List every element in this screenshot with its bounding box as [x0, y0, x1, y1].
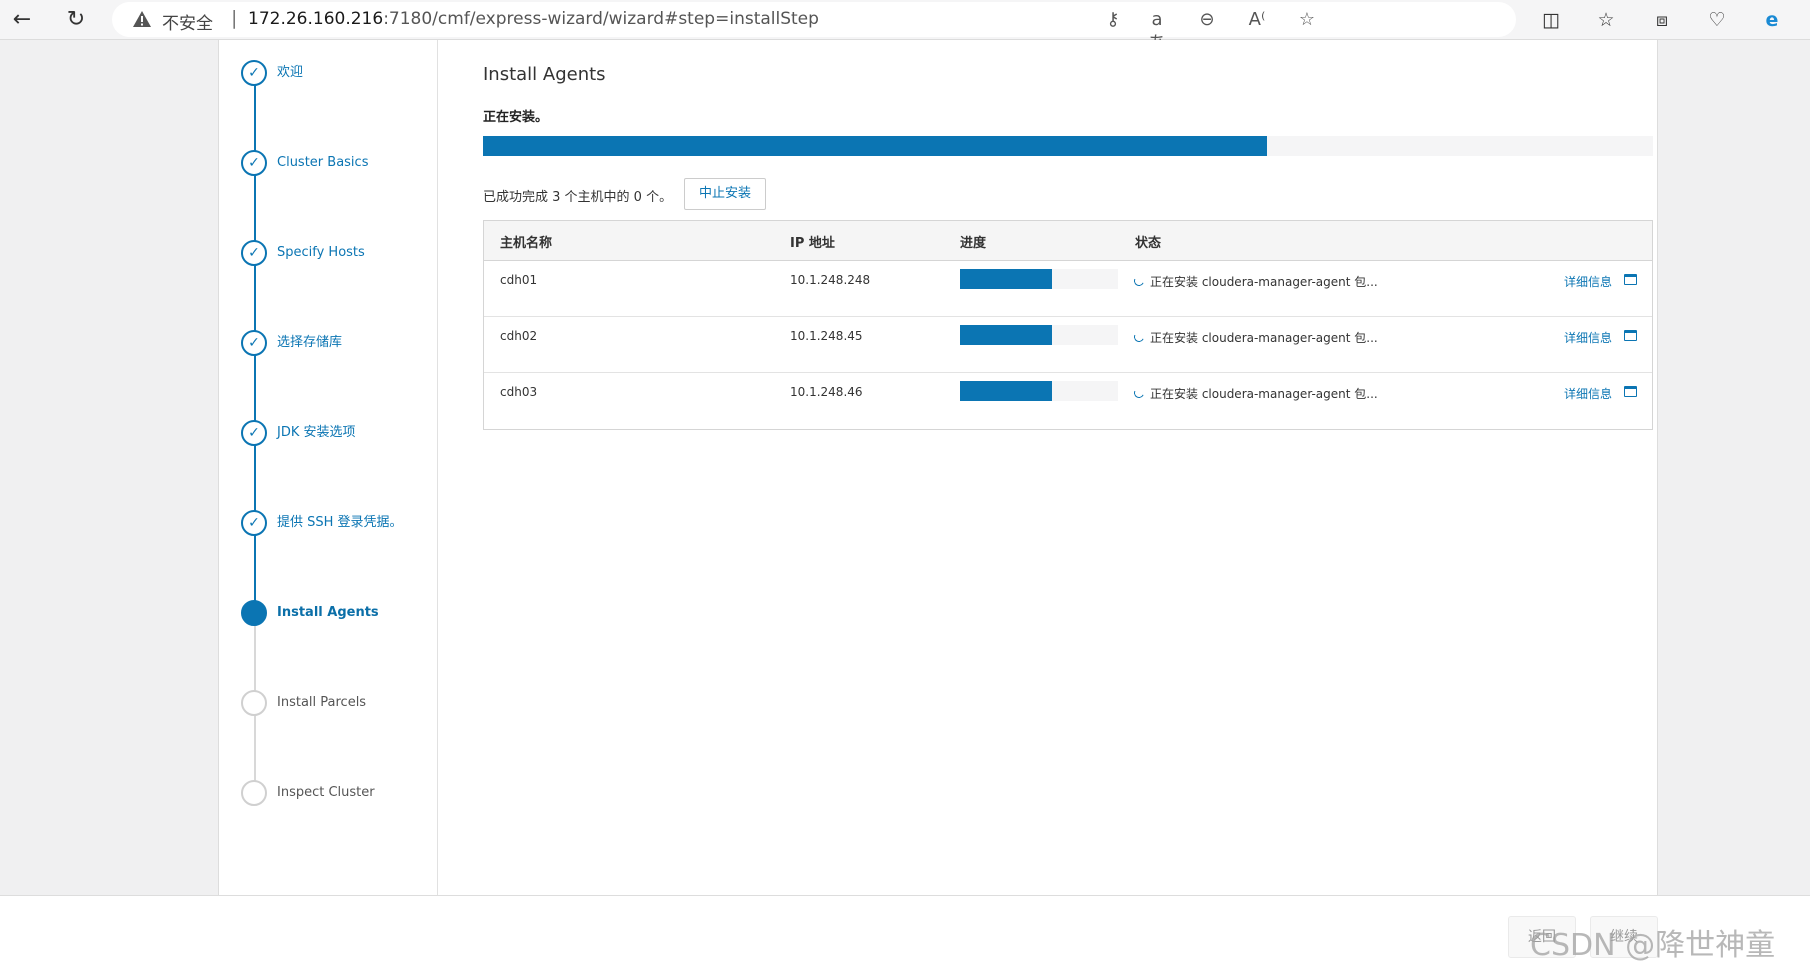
- page-title: Install Agents: [483, 64, 606, 85]
- window-icon[interactable]: [1624, 330, 1637, 341]
- address-separator: |: [231, 7, 238, 29]
- pending-step-icon: [241, 690, 267, 716]
- page: ✓ 欢迎 ✓ Cluster Basics ✓ Specify Hosts ✓ …: [0, 40, 1810, 967]
- step-label: JDK 安装选项: [277, 425, 356, 440]
- check-icon: ✓: [241, 150, 267, 176]
- security-label[interactable]: 不安全: [162, 9, 213, 34]
- browser-essentials-icon[interactable]: ♡: [1703, 6, 1731, 34]
- url-host: 172.26.160.216: [248, 9, 384, 29]
- edge-copilot-icon[interactable]: e: [1758, 6, 1786, 34]
- window-icon[interactable]: [1624, 386, 1637, 397]
- browser-toolbar: ← ↻ 不安全 | 172.26.160.216:7180/cmf/expres…: [0, 0, 1810, 54]
- host-status: 正在安装 cloudera-manager-agent 包...: [1150, 275, 1378, 289]
- read-aloud-icon[interactable]: A⁽: [1245, 8, 1269, 32]
- step-label: Install Agents: [277, 605, 379, 620]
- column-header-progress: 进度: [960, 236, 987, 251]
- overall-progress-fill: [483, 136, 1267, 156]
- step-label: 欢迎: [277, 65, 304, 80]
- host-ip: 10.1.248.45: [790, 329, 863, 343]
- check-icon: ✓: [241, 240, 267, 266]
- host-status: 正在安装 cloudera-manager-agent 包...: [1150, 387, 1378, 401]
- host-status: 正在安装 cloudera-manager-agent 包...: [1150, 331, 1378, 345]
- table-row: cdh03 10.1.248.46 正在安装 cloudera-manager-…: [484, 373, 1652, 429]
- check-icon: ✓: [241, 330, 267, 356]
- host-ip: 10.1.248.248: [790, 273, 871, 287]
- key-icon[interactable]: ⚷: [1101, 8, 1125, 32]
- host-ip: 10.1.248.46: [790, 385, 863, 399]
- step-label: 选择存储库: [277, 335, 343, 350]
- favorite-star-icon[interactable]: ☆: [1295, 8, 1319, 32]
- host-progress-fill: [960, 381, 1052, 401]
- step-label: Specify Hosts: [277, 245, 365, 260]
- reload-icon[interactable]: ↻: [62, 6, 90, 34]
- collections-icon[interactable]: ⧈: [1648, 6, 1676, 34]
- column-header-status: 状态: [1135, 236, 1162, 251]
- check-icon: ✓: [241, 420, 267, 446]
- wizard-frame: ✓ 欢迎 ✓ Cluster Basics ✓ Specify Hosts ✓ …: [218, 40, 1658, 895]
- column-header-host: 主机名称: [500, 236, 553, 251]
- host-progress-bar: [960, 325, 1118, 345]
- details-link[interactable]: 详细信息: [1564, 273, 1612, 290]
- host-progress-fill: [960, 269, 1052, 289]
- column-header-ip: IP 地址: [790, 236, 835, 251]
- wizard-steps-sidebar: ✓ 欢迎 ✓ Cluster Basics ✓ Specify Hosts ✓ …: [219, 40, 438, 895]
- install-summary: 已成功完成 3 个主机中的 0 个。: [483, 190, 673, 205]
- spinner-icon: [1132, 274, 1146, 288]
- host-table: 主机名称 IP 地址 进度 状态 cdh01 10.1.248.248 正在安装…: [483, 220, 1653, 430]
- url-path: :7180/cmf/express-wizard/wizard#step=ins…: [383, 9, 819, 29]
- table-row: cdh02 10.1.248.45 正在安装 cloudera-manager-…: [484, 317, 1652, 373]
- wizard-footer: 返回 继续 CSDN @降世神童: [0, 895, 1810, 967]
- step-label: Cluster Basics: [277, 155, 369, 170]
- host-name: cdh03: [500, 385, 538, 399]
- step-label: 提供 SSH 登录凭据。: [277, 515, 403, 530]
- check-icon: ✓: [241, 510, 267, 536]
- host-progress-bar: [960, 269, 1118, 289]
- details-link[interactable]: 详细信息: [1564, 329, 1612, 346]
- overall-progress-bar: [483, 136, 1653, 156]
- abort-install-button[interactable]: 中止安装: [684, 178, 766, 210]
- window-icon[interactable]: [1624, 274, 1637, 285]
- back-icon[interactable]: ←: [8, 6, 36, 34]
- install-status: 正在安装。: [483, 110, 549, 125]
- step-label: Install Parcels: [277, 695, 367, 710]
- check-icon: ✓: [241, 60, 267, 86]
- table-header: 主机名称 IP 地址 进度 状态: [484, 221, 1652, 261]
- warning-icon: [133, 11, 151, 27]
- step-label: Inspect Cluster: [277, 785, 375, 800]
- spinner-icon: [1132, 330, 1146, 344]
- active-step-icon: [241, 600, 267, 626]
- split-screen-icon[interactable]: ◫: [1537, 6, 1565, 34]
- favorites-icon[interactable]: ☆: [1592, 6, 1620, 34]
- host-progress-fill: [960, 325, 1052, 345]
- table-row: cdh01 10.1.248.248 正在安装 cloudera-manager…: [484, 261, 1652, 317]
- translate-icon[interactable]: aあ: [1145, 8, 1169, 54]
- watermark: CSDN @降世神童: [1530, 928, 1776, 963]
- pending-step-icon: [241, 780, 267, 806]
- address-bar[interactable]: 不安全 | 172.26.160.216:7180/cmf/express-wi…: [112, 2, 1516, 54]
- host-progress-bar: [960, 381, 1118, 401]
- details-link[interactable]: 详细信息: [1564, 385, 1612, 402]
- host-name: cdh01: [500, 273, 538, 287]
- spinner-icon: [1132, 386, 1146, 400]
- url-text[interactable]: 172.26.160.216:7180/cmf/express-wizard/w…: [248, 9, 819, 29]
- host-name: cdh02: [500, 329, 538, 343]
- zoom-out-icon[interactable]: ⊖: [1195, 8, 1219, 32]
